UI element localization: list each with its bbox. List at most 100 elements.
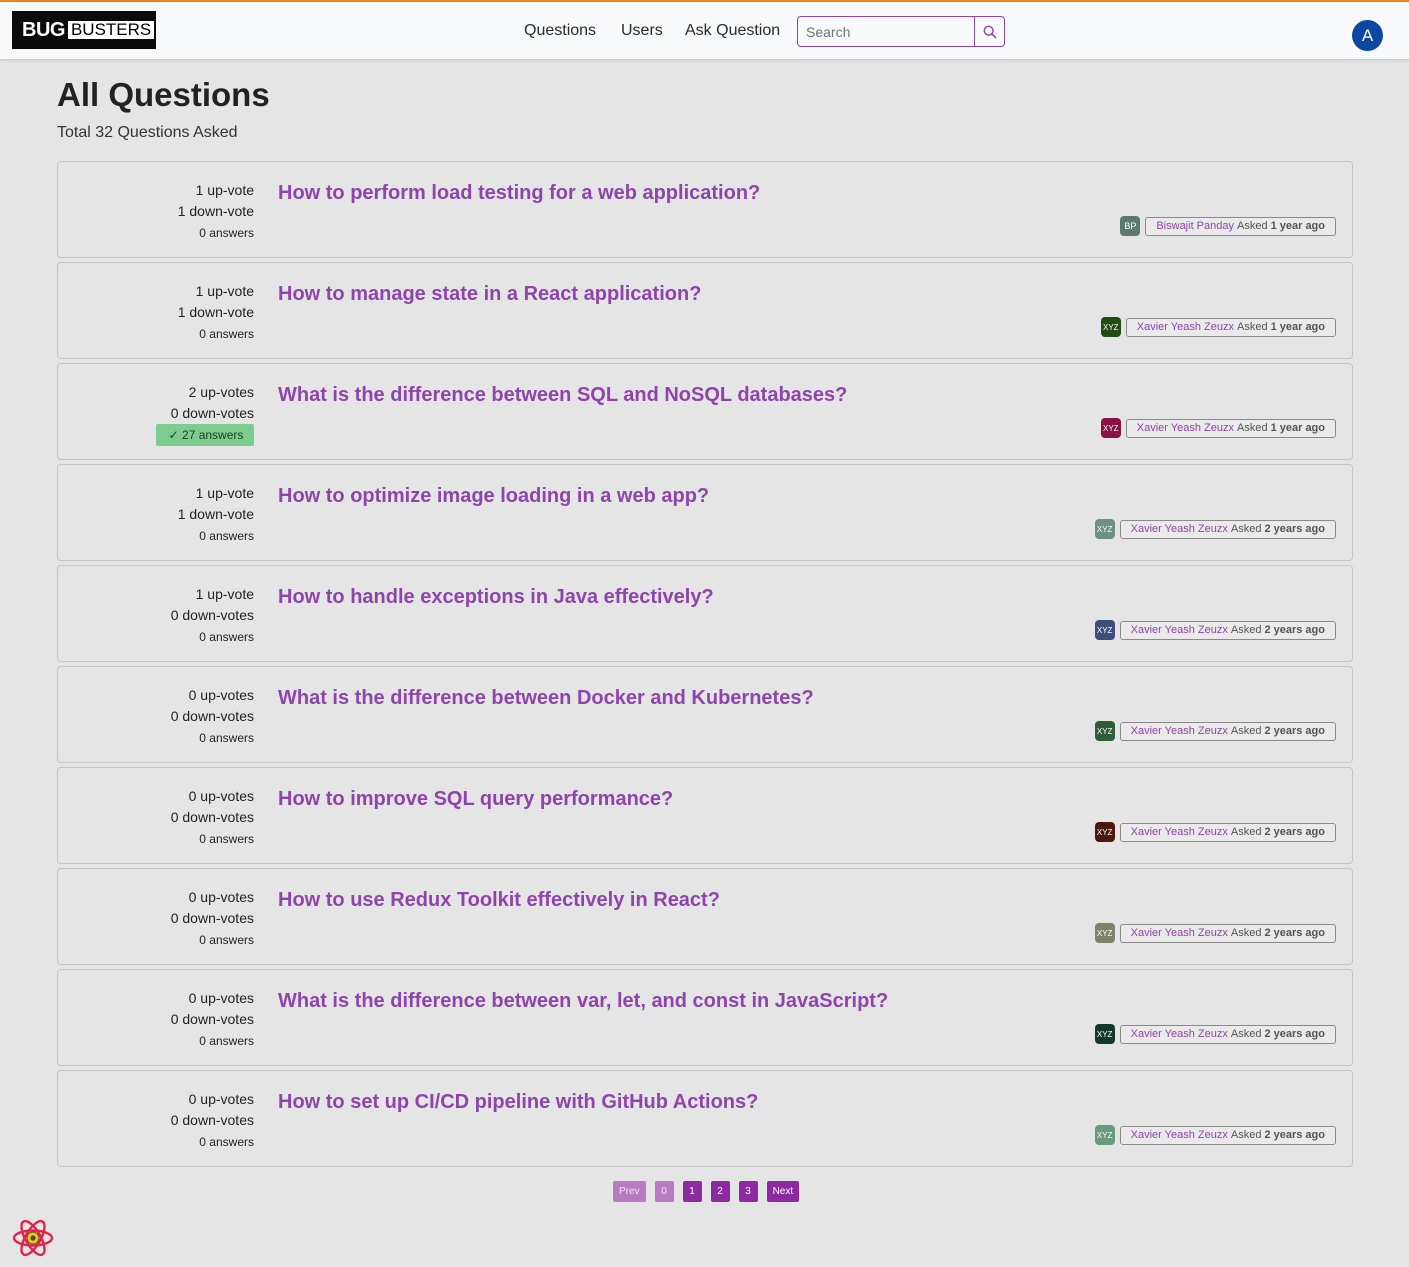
author-name-link[interactable]: Biswajit Panday bbox=[1156, 220, 1234, 232]
author-avatar[interactable]: XYZ bbox=[1094, 519, 1115, 539]
question-meta: XYZ Xavier Yeash Zeuzx Asked 2 years ago bbox=[1094, 519, 1336, 539]
top-navbar: BUG BUSTERS Questions Users Ask Question… bbox=[0, 0, 1409, 59]
question-title-link[interactable]: How to set up CI/CD pipeline with GitHub… bbox=[278, 1091, 758, 1114]
asked-label: Asked bbox=[1237, 220, 1268, 232]
answers-badge: 0 answers bbox=[171, 828, 254, 850]
author-name-link[interactable]: Xavier Yeash Zeuzx bbox=[1131, 624, 1228, 636]
asked-label: Asked bbox=[1237, 321, 1268, 333]
asked-label: Asked bbox=[1230, 927, 1262, 939]
question-title-link[interactable]: How to improve SQL query performance? bbox=[278, 788, 673, 811]
page-button-3[interactable]: 3 bbox=[738, 1181, 758, 1202]
author-name-link[interactable]: Xavier Yeash Zeuzx bbox=[1131, 826, 1228, 838]
author-name-link[interactable]: Xavier Yeash Zeuzx bbox=[1137, 422, 1234, 434]
search-button[interactable] bbox=[974, 17, 1004, 46]
downvote-count: 1 down-vote bbox=[177, 506, 254, 522]
upvote-count: 1 up-vote bbox=[195, 485, 254, 501]
nav-questions-wrap: Questions bbox=[524, 2, 596, 60]
question-stats: 1 up-vote 1 down-vote 0 answers bbox=[178, 281, 254, 345]
answers-badge: 0 answers bbox=[178, 222, 254, 244]
react-devtools-icon[interactable] bbox=[12, 1218, 54, 1258]
check-icon: ✓ bbox=[168, 428, 179, 442]
asked-time: 1 year ago bbox=[1270, 422, 1325, 434]
prev-page-button[interactable]: Prev bbox=[613, 1181, 646, 1202]
author-avatar[interactable]: XYZ bbox=[1100, 317, 1121, 337]
question-card: 0 up-votes 0 down-votes 0 answers How to im… bbox=[57, 767, 1353, 864]
question-title-link[interactable]: What is the difference between Docker an… bbox=[278, 687, 814, 710]
author-avatar[interactable]: XYZ bbox=[1094, 620, 1115, 640]
asked-label: Asked bbox=[1230, 826, 1262, 838]
page-button-1[interactable]: 1 bbox=[682, 1181, 702, 1202]
next-page-button[interactable]: Next bbox=[766, 1181, 800, 1202]
question-title-link[interactable]: What is the difference between var, let,… bbox=[278, 990, 888, 1013]
question-card: 2 up-votes 0 down-votes ✓ 27 answers What i… bbox=[57, 363, 1353, 460]
upvote-count: 1 up-vote bbox=[195, 182, 254, 198]
asked-label: Asked bbox=[1230, 725, 1262, 737]
question-meta: XYZ Xavier Yeash Zeuzx Asked 2 years ago bbox=[1094, 923, 1336, 943]
answers-count: 0 answers bbox=[199, 529, 254, 543]
author-name-link[interactable]: Xavier Yeash Zeuzx bbox=[1137, 321, 1234, 333]
user-avatar[interactable]: A bbox=[1352, 20, 1383, 51]
question-meta: BP Biswajit Panday Asked 1 year ago bbox=[1120, 216, 1336, 236]
author-name-link[interactable]: Xavier Yeash Zeuzx bbox=[1131, 1129, 1228, 1141]
asked-label: Asked bbox=[1230, 1028, 1262, 1040]
asked-time: 2 years ago bbox=[1264, 523, 1325, 535]
author-avatar[interactable]: BP bbox=[1120, 216, 1141, 236]
question-title-link[interactable]: How to use Redux Toolkit effectively in … bbox=[278, 889, 720, 912]
question-stats: 0 up-votes 0 down-votes 0 answers bbox=[171, 887, 254, 951]
nav-link-ask-question[interactable]: Ask Question bbox=[685, 22, 780, 40]
author-name-link[interactable]: Xavier Yeash Zeuzx bbox=[1131, 523, 1228, 535]
answers-badge: 0 answers bbox=[178, 525, 254, 547]
question-list: 1 up-vote 1 down-vote 0 answers How to perf… bbox=[57, 161, 1353, 1171]
question-stats: 2 up-votes 0 down-votes ✓ 27 answers bbox=[156, 382, 254, 446]
author-tag: Biswajit Panday Asked 1 year ago bbox=[1145, 216, 1336, 236]
author-tag: Xavier Yeash Zeuzx Asked 2 years ago bbox=[1119, 923, 1336, 943]
author-name-link[interactable]: Xavier Yeash Zeuzx bbox=[1131, 725, 1228, 737]
downvote-count: 0 down-votes bbox=[170, 607, 254, 623]
author-name-link[interactable]: Xavier Yeash Zeuzx bbox=[1131, 1028, 1228, 1040]
answers-badge: 0 answers bbox=[171, 626, 254, 648]
search-input[interactable] bbox=[798, 17, 974, 46]
upvote-count: 0 up-votes bbox=[188, 889, 254, 905]
author-avatar[interactable]: XYZ bbox=[1094, 822, 1115, 842]
question-title-link[interactable]: How to optimize image loading in a web a… bbox=[278, 485, 709, 508]
author-avatar[interactable]: XYZ bbox=[1094, 1024, 1115, 1044]
page-button-0[interactable]: 0 bbox=[654, 1181, 674, 1202]
author-tag: Xavier Yeash Zeuzx Asked 1 year ago bbox=[1125, 317, 1336, 337]
downvote-count: 0 down-votes bbox=[170, 910, 254, 926]
author-avatar[interactable]: XYZ bbox=[1100, 418, 1121, 438]
author-tag: Xavier Yeash Zeuzx Asked 2 years ago bbox=[1119, 822, 1336, 842]
nav-link-users[interactable]: Users bbox=[621, 22, 663, 40]
asked-time: 2 years ago bbox=[1264, 927, 1325, 939]
question-title-link[interactable]: What is the difference between SQL and N… bbox=[278, 384, 847, 407]
nav-ask-wrap: Ask Question bbox=[685, 2, 780, 60]
nav-users-wrap: Users bbox=[621, 2, 663, 60]
answers-count: 0 answers bbox=[199, 226, 254, 240]
upvote-count: 2 up-votes bbox=[188, 384, 254, 400]
question-meta: XYZ Xavier Yeash Zeuzx Asked 1 year ago bbox=[1100, 317, 1336, 337]
upvote-count: 0 up-votes bbox=[188, 990, 254, 1006]
author-avatar[interactable]: XYZ bbox=[1094, 721, 1115, 741]
question-meta: XYZ Xavier Yeash Zeuzx Asked 2 years ago bbox=[1094, 822, 1336, 842]
author-avatar[interactable]: XYZ bbox=[1094, 1125, 1115, 1145]
answers-count: 27 answers bbox=[182, 428, 244, 442]
brand-logo[interactable]: BUG BUSTERS bbox=[12, 11, 156, 49]
answers-count: 0 answers bbox=[199, 630, 254, 644]
question-title-link[interactable]: How to handle exceptions in Java effecti… bbox=[278, 586, 714, 609]
downvote-count: 1 down-vote bbox=[177, 203, 254, 219]
question-title-link[interactable]: How to manage state in a React applicati… bbox=[278, 283, 701, 306]
author-name-link[interactable]: Xavier Yeash Zeuzx bbox=[1131, 927, 1228, 939]
page-button-2[interactable]: 2 bbox=[710, 1181, 730, 1202]
question-title-link[interactable]: How to perform load testing for a web ap… bbox=[278, 182, 760, 205]
brand-part-2: BUSTERS bbox=[67, 21, 155, 39]
brand-part-1: BUG bbox=[22, 18, 65, 41]
question-card: 1 up-vote 1 down-vote 0 answers How to perf… bbox=[57, 161, 1353, 258]
upvote-count: 0 up-votes bbox=[188, 687, 254, 703]
author-avatar[interactable]: XYZ bbox=[1094, 923, 1115, 943]
question-card: 0 up-votes 0 down-votes 0 answers How to us… bbox=[57, 868, 1353, 965]
author-tag: Xavier Yeash Zeuzx Asked 2 years ago bbox=[1119, 519, 1336, 539]
question-stats: 1 up-vote 0 down-votes 0 answers bbox=[171, 584, 254, 648]
pagination: Prev 0 1 2 3 Next bbox=[613, 1181, 800, 1202]
downvote-count: 0 down-votes bbox=[170, 708, 254, 724]
nav-link-questions[interactable]: Questions bbox=[524, 22, 596, 40]
asked-time: 2 years ago bbox=[1264, 624, 1325, 636]
